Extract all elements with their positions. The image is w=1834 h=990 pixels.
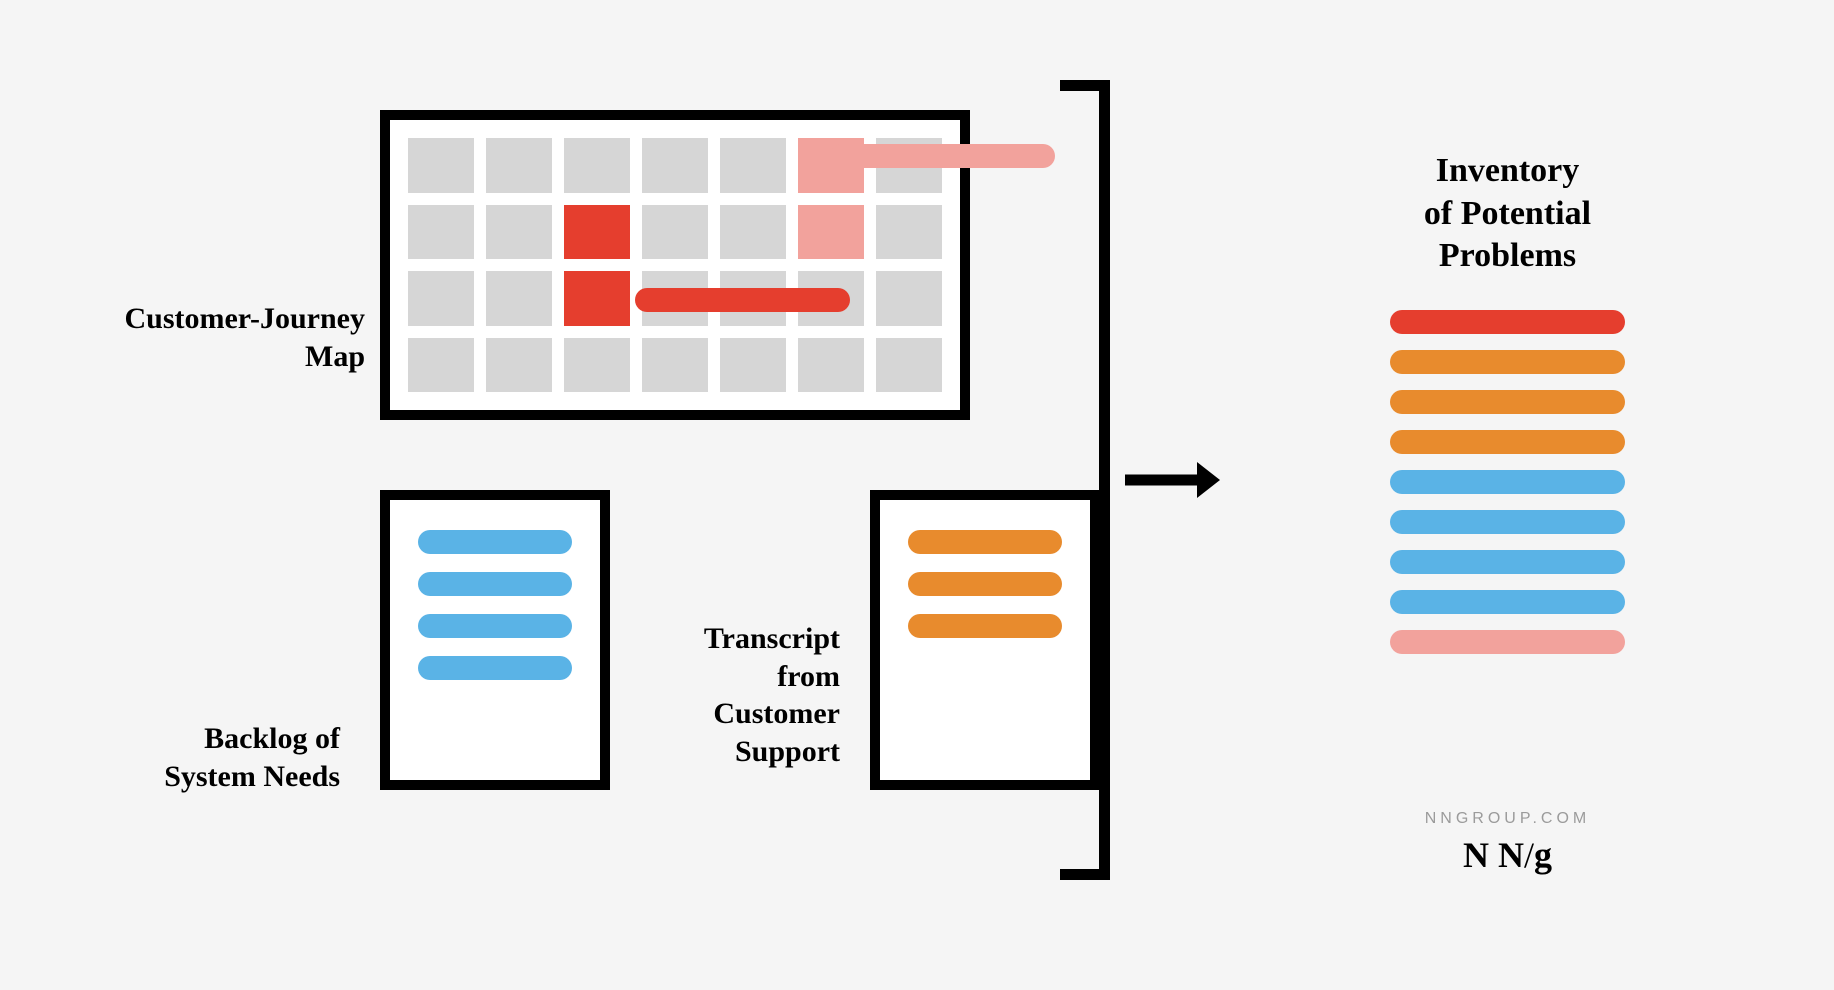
arrow-icon (1125, 462, 1220, 498)
text: Support (735, 735, 840, 768)
journey-callout-pink (830, 144, 1055, 168)
journey-cell (642, 205, 708, 260)
journey-cell (720, 138, 786, 193)
text: Inventory (1436, 152, 1580, 189)
inventory-item (1390, 630, 1625, 654)
journey-cell (408, 271, 474, 326)
journey-cell (564, 138, 630, 193)
list-item-bar (418, 614, 572, 638)
inventory-item (1390, 590, 1625, 614)
journey-cell (564, 205, 630, 260)
inventory-item (1390, 550, 1625, 574)
inventory-label: Inventory of Potential Problems (1370, 150, 1645, 278)
text: from (777, 660, 840, 693)
journey-map-grid (408, 138, 942, 392)
footer-site: NNGROUP.COM (1390, 810, 1625, 828)
journey-cell (486, 338, 552, 393)
journey-cell (798, 338, 864, 393)
text: of Potential (1424, 195, 1591, 232)
logo-part: / (1524, 835, 1534, 875)
inventory-item (1390, 390, 1625, 414)
text: Customer-Journey (124, 302, 365, 335)
journey-cell (876, 338, 942, 393)
journey-cell (408, 138, 474, 193)
transcript-label: Transcript from Customer Support (630, 620, 840, 770)
journey-cell (642, 138, 708, 193)
journey-cell (720, 338, 786, 393)
journey-cell (876, 205, 942, 260)
inventory-list (1390, 310, 1625, 670)
logo-part: N N (1463, 835, 1524, 875)
list-item-bar (418, 530, 572, 554)
backlog-card (380, 490, 610, 790)
text: Transcript (704, 622, 840, 655)
journey-map-label: Customer-Journey Map (75, 300, 365, 375)
inventory-item (1390, 310, 1625, 334)
text: Customer (713, 697, 840, 730)
footer: NNGROUP.COM N N/g (1390, 810, 1625, 876)
journey-cell (876, 271, 942, 326)
text: Backlog of (204, 722, 340, 755)
journey-cell (486, 271, 552, 326)
list-item-bar (418, 572, 572, 596)
grouping-bracket (1060, 80, 1110, 880)
list-item-bar (908, 614, 1062, 638)
list-item-bar (418, 656, 572, 680)
journey-cell (408, 205, 474, 260)
journey-cell (486, 205, 552, 260)
journey-cell (486, 138, 552, 193)
logo-part: g (1534, 835, 1552, 875)
journey-cell (564, 271, 630, 326)
journey-cell (408, 338, 474, 393)
backlog-label: Backlog of System Needs (75, 720, 340, 795)
inventory-item (1390, 470, 1625, 494)
text: Problems (1439, 237, 1576, 274)
footer-logo: N N/g (1390, 834, 1625, 876)
journey-callout-red (635, 288, 850, 312)
text: System Needs (164, 760, 340, 793)
journey-cell (642, 338, 708, 393)
inventory-item (1390, 510, 1625, 534)
journey-cell (720, 205, 786, 260)
list-item-bar (908, 530, 1062, 554)
inventory-item (1390, 430, 1625, 454)
inventory-item (1390, 350, 1625, 374)
journey-cell (798, 205, 864, 260)
list-item-bar (908, 572, 1062, 596)
text: Map (305, 340, 365, 373)
journey-cell (564, 338, 630, 393)
